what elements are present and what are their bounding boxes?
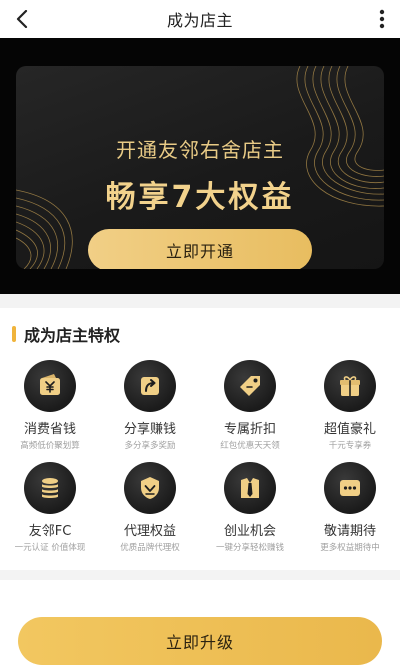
share-icon (124, 360, 176, 412)
privilege-desc: 优质品牌代理权 (120, 543, 180, 553)
section-accent-bar (12, 326, 16, 342)
privilege-label: 创业机会 (223, 524, 276, 539)
privilege-desc: 一键分享轻松赚钱 (215, 543, 284, 553)
chevron-left-icon (16, 10, 28, 28)
hero-card: 开通友邻右舍店主 畅享7大权益 立即开通 (16, 66, 384, 269)
privilege-label: 友邻FC (28, 524, 72, 539)
privilege-label: 超值豪礼 (323, 422, 376, 437)
more-box-icon (324, 462, 376, 514)
upgrade-now-label: 立即升级 (165, 633, 234, 652)
upgrade-now-button[interactable]: 立即升级 (18, 617, 382, 665)
section-heading: 成为店主特权 (12, 323, 120, 345)
badge-icon (124, 462, 176, 514)
hero-subtitle: 开通友邻右舍店主 (116, 138, 284, 162)
bottom-action-bar: 立即升级 (0, 580, 400, 666)
privilege-item-agency[interactable]: 代理权益 优质品牌代理权 (100, 462, 200, 562)
privilege-item-gift[interactable]: 超值豪礼 千元专享券 (300, 360, 400, 460)
privilege-desc: 红包优惠天天领 (220, 441, 280, 451)
nav-header: 成为店主 (0, 0, 400, 38)
section-title: 成为店主特权 (24, 326, 121, 345)
privilege-item-business[interactable]: 创业机会 一键分享轻松赚钱 (200, 462, 300, 562)
more-button[interactable] (370, 0, 394, 38)
privilege-label: 专属折扣 (223, 422, 276, 437)
open-now-button[interactable]: 立即开通 (88, 229, 312, 269)
privilege-item-share-earn[interactable]: 分享赚钱 多分享多奖励 (100, 360, 200, 460)
privilege-item-fc[interactable]: 友邻FC 一元认证 价值体现 (0, 462, 100, 562)
page: 成为店主 开通友邻右舍店主 畅享7大权益 立即开通 成为店主特权 消费省钱 高频… (0, 0, 400, 666)
privilege-desc: 一元认证 价值体现 (14, 543, 86, 553)
tag-icon (224, 360, 276, 412)
coin-stack-icon (24, 462, 76, 514)
privileges-section: 成为店主特权 消费省钱 高频低价聚划算 分享赚钱 多分享多奖励 专属折扣 红包优… (0, 308, 400, 570)
privilege-label: 消费省钱 (23, 422, 76, 437)
more-vertical-icon (379, 9, 385, 29)
gift-icon (324, 360, 376, 412)
privilege-item-save-money[interactable]: 消费省钱 高频低价聚划算 (0, 360, 100, 460)
open-now-label: 立即开通 (165, 242, 234, 261)
privilege-label: 敬请期待 (323, 524, 376, 539)
privilege-desc: 高频低价聚划算 (20, 441, 80, 451)
wallet-yen-icon (24, 360, 76, 412)
suit-tie-icon (224, 462, 276, 514)
privilege-desc: 多分享多奖励 (124, 441, 176, 451)
privilege-label: 代理权益 (123, 524, 176, 539)
privilege-label: 分享赚钱 (123, 422, 176, 437)
privilege-item-coming-soon[interactable]: 敬请期待 更多权益期待中 (300, 462, 400, 562)
privilege-desc: 更多权益期待中 (320, 543, 380, 553)
back-button[interactable] (6, 0, 38, 38)
hero-banner: 开通友邻右舍店主 畅享7大权益 立即开通 (0, 38, 400, 294)
privilege-desc: 千元专享券 (328, 441, 372, 451)
page-title: 成为店主 (166, 11, 233, 30)
privilege-item-discount[interactable]: 专属折扣 红包优惠天天领 (200, 360, 300, 460)
hero-title: 畅享7大权益 (105, 180, 295, 215)
